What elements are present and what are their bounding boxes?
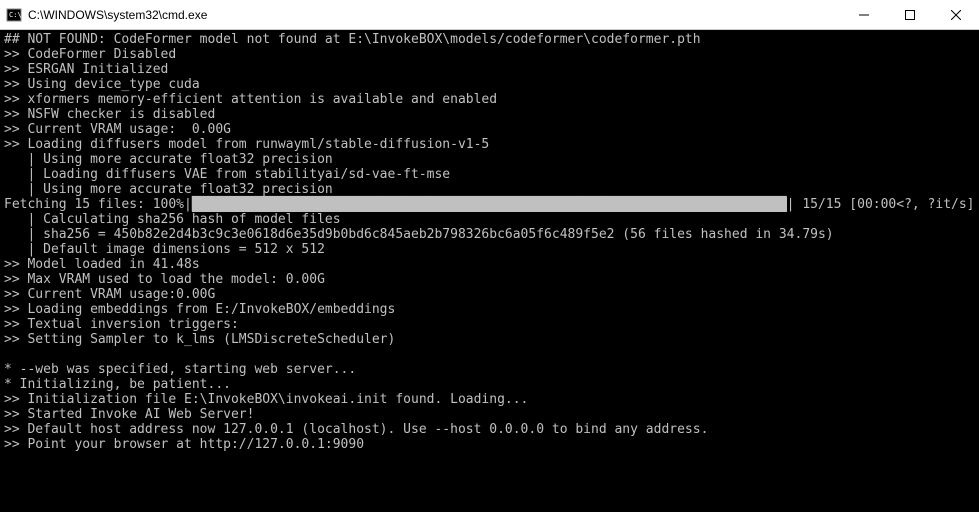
terminal-line: >> Using device_type cuda [4, 77, 975, 92]
terminal-line: >> Point your browser at http://127.0.0.… [4, 437, 975, 452]
terminal-line: * --web was specified, starting web serv… [4, 362, 975, 377]
terminal-line: | Loading diffusers VAE from stabilityai… [4, 167, 975, 182]
terminal-line: >> Default host address now 127.0.0.1 (l… [4, 422, 975, 437]
progress-bar-fill: ████████████████████████████████████████… [192, 197, 787, 212]
titlebar[interactable]: C:\ C:\WINDOWS\system32\cmd.exe [0, 0, 979, 30]
terminal-line [4, 347, 975, 362]
cmd-window: C:\ C:\WINDOWS\system32\cmd.exe ## NOT F… [0, 0, 979, 512]
terminal-line: | Using more accurate float32 precision [4, 182, 975, 197]
terminal-line: >> Initialization file E:\InvokeBOX\invo… [4, 392, 975, 407]
progress-line: Fetching 15 files: 100%|████████████████… [4, 197, 975, 212]
terminal-line: >> ESRGAN Initialized [4, 62, 975, 77]
terminal-line: >> Max VRAM used to load the model: 0.00… [4, 272, 975, 287]
terminal-line: >> Started Invoke AI Web Server! [4, 407, 975, 422]
progress-suffix: | 15/15 [00:00<?, ?it/s] [787, 197, 975, 212]
terminal-line: >> Model loaded in 41.48s [4, 257, 975, 272]
minimize-button[interactable] [841, 0, 887, 30]
close-button[interactable] [933, 0, 979, 30]
terminal-line: ## NOT FOUND: CodeFormer model not found… [4, 32, 975, 47]
terminal-line: >> NSFW checker is disabled [4, 107, 975, 122]
window-title: C:\WINDOWS\system32\cmd.exe [28, 8, 841, 22]
terminal-line: >> Setting Sampler to k_lms (LMSDiscrete… [4, 332, 975, 347]
terminal-line: >> Current VRAM usage:0.00G [4, 287, 975, 302]
terminal-line: | Using more accurate float32 precision [4, 152, 975, 167]
terminal-line: >> Loading diffusers model from runwayml… [4, 137, 975, 152]
cmd-icon: C:\ [6, 7, 22, 23]
terminal-line: >> Current VRAM usage: 0.00G [4, 122, 975, 137]
terminal-line: | Calculating sha256 hash of model files [4, 212, 975, 227]
terminal-line: >> Textual inversion triggers: [4, 317, 975, 332]
terminal-line: >> xformers memory-efficient attention i… [4, 92, 975, 107]
terminal-line: | Default image dimensions = 512 x 512 [4, 242, 975, 257]
window-controls [841, 0, 979, 29]
terminal-line: >> CodeFormer Disabled [4, 47, 975, 62]
maximize-button[interactable] [887, 0, 933, 30]
terminal-line: >> Loading embeddings from E:/InvokeBOX/… [4, 302, 975, 317]
svg-text:C:\: C:\ [9, 11, 22, 19]
terminal-line: * Initializing, be patient... [4, 377, 975, 392]
terminal-line: | sha256 = 450b82e2d4b3c9c3e0618d6e35d9b… [4, 227, 975, 242]
terminal-output[interactable]: ## NOT FOUND: CodeFormer model not found… [0, 30, 979, 512]
progress-prefix: Fetching 15 files: 100%| [4, 197, 192, 212]
